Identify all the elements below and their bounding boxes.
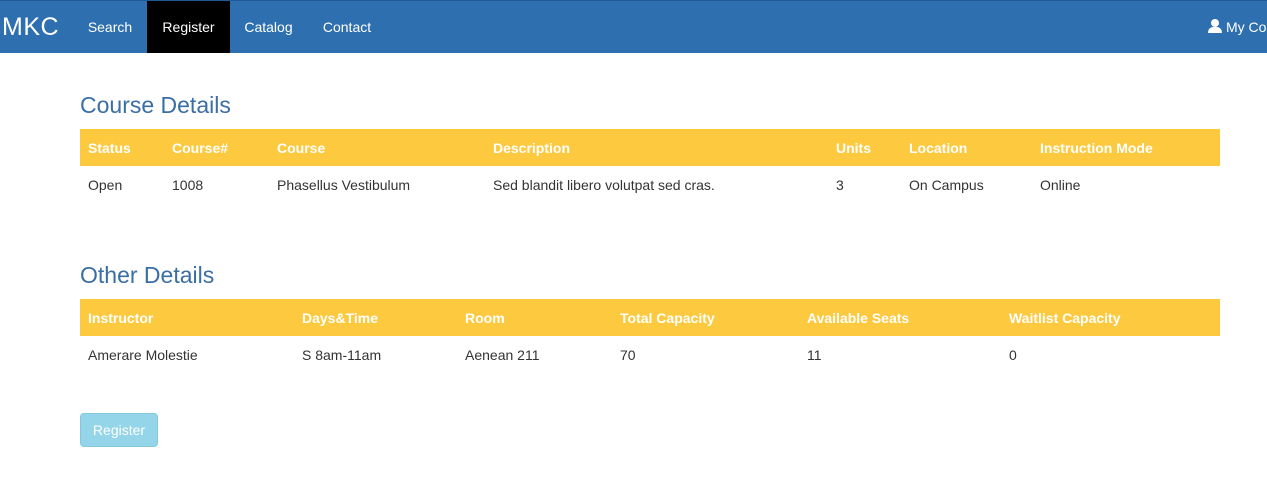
register-button[interactable]: Register <box>80 413 158 447</box>
course-details-table: Status Course# Course Description Units … <box>80 129 1220 204</box>
cell-status: Open <box>88 177 123 193</box>
column-header-instructor: Instructor <box>88 309 154 326</box>
table-header-row: Status Course# Course Description Units … <box>80 129 1220 166</box>
nav-register[interactable]: Register <box>147 1 230 53</box>
column-header-instruction-mode: Instruction Mode <box>1040 139 1153 156</box>
user-icon <box>1208 19 1222 33</box>
cell-units: 3 <box>836 177 844 193</box>
brand-logo[interactable]: MKC <box>2 13 59 42</box>
column-header-total-capacity: Total Capacity <box>620 309 715 326</box>
table-row: Amerare Molestie S 8am-11am Aenean 211 7… <box>80 336 1220 374</box>
cell-total-capacity: 70 <box>620 347 636 363</box>
cell-room: Aenean 211 <box>465 347 540 363</box>
cell-instructor: Amerare Molestie <box>88 347 198 363</box>
other-details-table: Instructor Days&Time Room Total Capacity… <box>80 299 1220 374</box>
cell-location: On Campus <box>909 177 984 193</box>
course-details-title: Course Details <box>80 92 231 118</box>
other-details-title: Other Details <box>80 262 215 288</box>
column-header-available-seats: Available Seats <box>807 309 910 326</box>
cell-instruction-mode: Online <box>1040 177 1081 193</box>
column-header-description: Description <box>493 139 571 156</box>
nav-contact[interactable]: Contact <box>307 1 387 53</box>
table-header-row: Instructor Days&Time Room Total Capacity… <box>80 299 1220 336</box>
column-header-location: Location <box>909 139 968 156</box>
nav-search[interactable]: Search <box>74 1 146 53</box>
cell-course-number: 1008 <box>172 177 204 193</box>
cell-waitlist-capacity: 0 <box>1009 347 1017 363</box>
column-header-room: Room <box>465 309 505 326</box>
nav-catalog[interactable]: Catalog <box>230 1 307 53</box>
cell-course: Phasellus Vestibulum <box>277 177 411 193</box>
column-header-units: Units <box>836 139 871 156</box>
my-account-link[interactable]: My Co <box>1208 1 1266 53</box>
cell-days-time: S 8am-11am <box>302 347 382 363</box>
top-navbar: MKC Search Register Catalog Contact My C… <box>0 0 1267 53</box>
column-header-days-time: Days&Time <box>302 309 379 326</box>
column-header-course-number: Course# <box>172 139 229 156</box>
column-header-waitlist-capacity: Waitlist Capacity <box>1009 309 1121 326</box>
table-row: Open 1008 Phasellus Vestibulum Sed bland… <box>80 166 1220 204</box>
cell-description: Sed blandit libero volutpat sed cras. <box>493 177 715 193</box>
my-account-label: My Co <box>1226 19 1267 35</box>
column-header-course: Course <box>277 139 326 156</box>
column-header-status: Status <box>88 139 131 156</box>
cell-available-seats: 11 <box>807 347 822 363</box>
